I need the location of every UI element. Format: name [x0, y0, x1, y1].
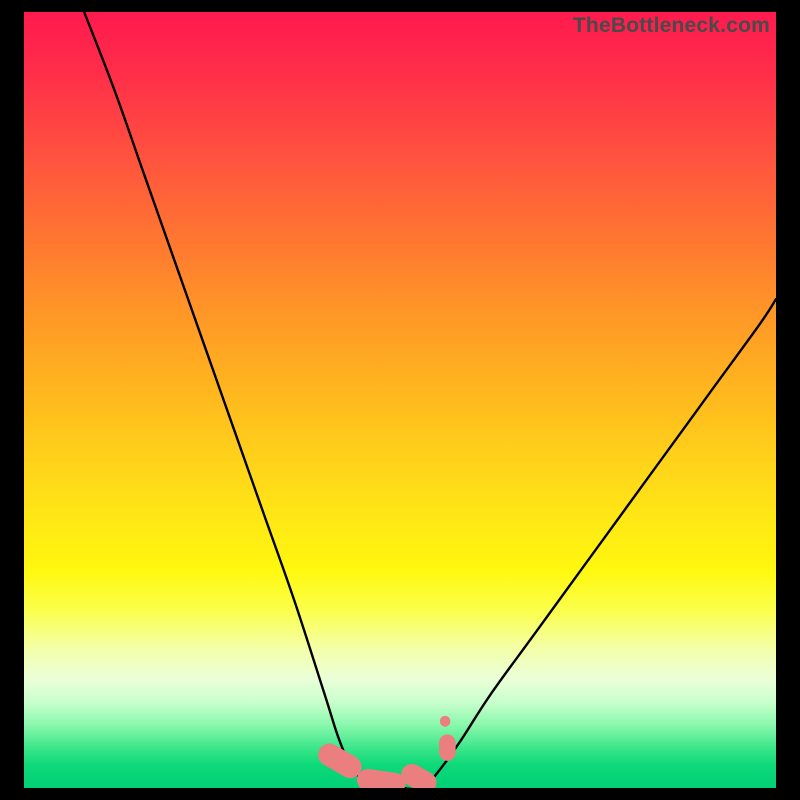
watermark-text: TheBottleneck.com [573, 14, 770, 38]
curve-layer [84, 12, 776, 788]
bottleneck-chart [24, 12, 776, 788]
marker [355, 768, 406, 788]
chart-frame: TheBottleneck.com [0, 0, 800, 800]
marker [440, 716, 451, 727]
marker [439, 734, 456, 760]
bottleneck-curve [84, 12, 776, 788]
plot-area [24, 12, 776, 788]
